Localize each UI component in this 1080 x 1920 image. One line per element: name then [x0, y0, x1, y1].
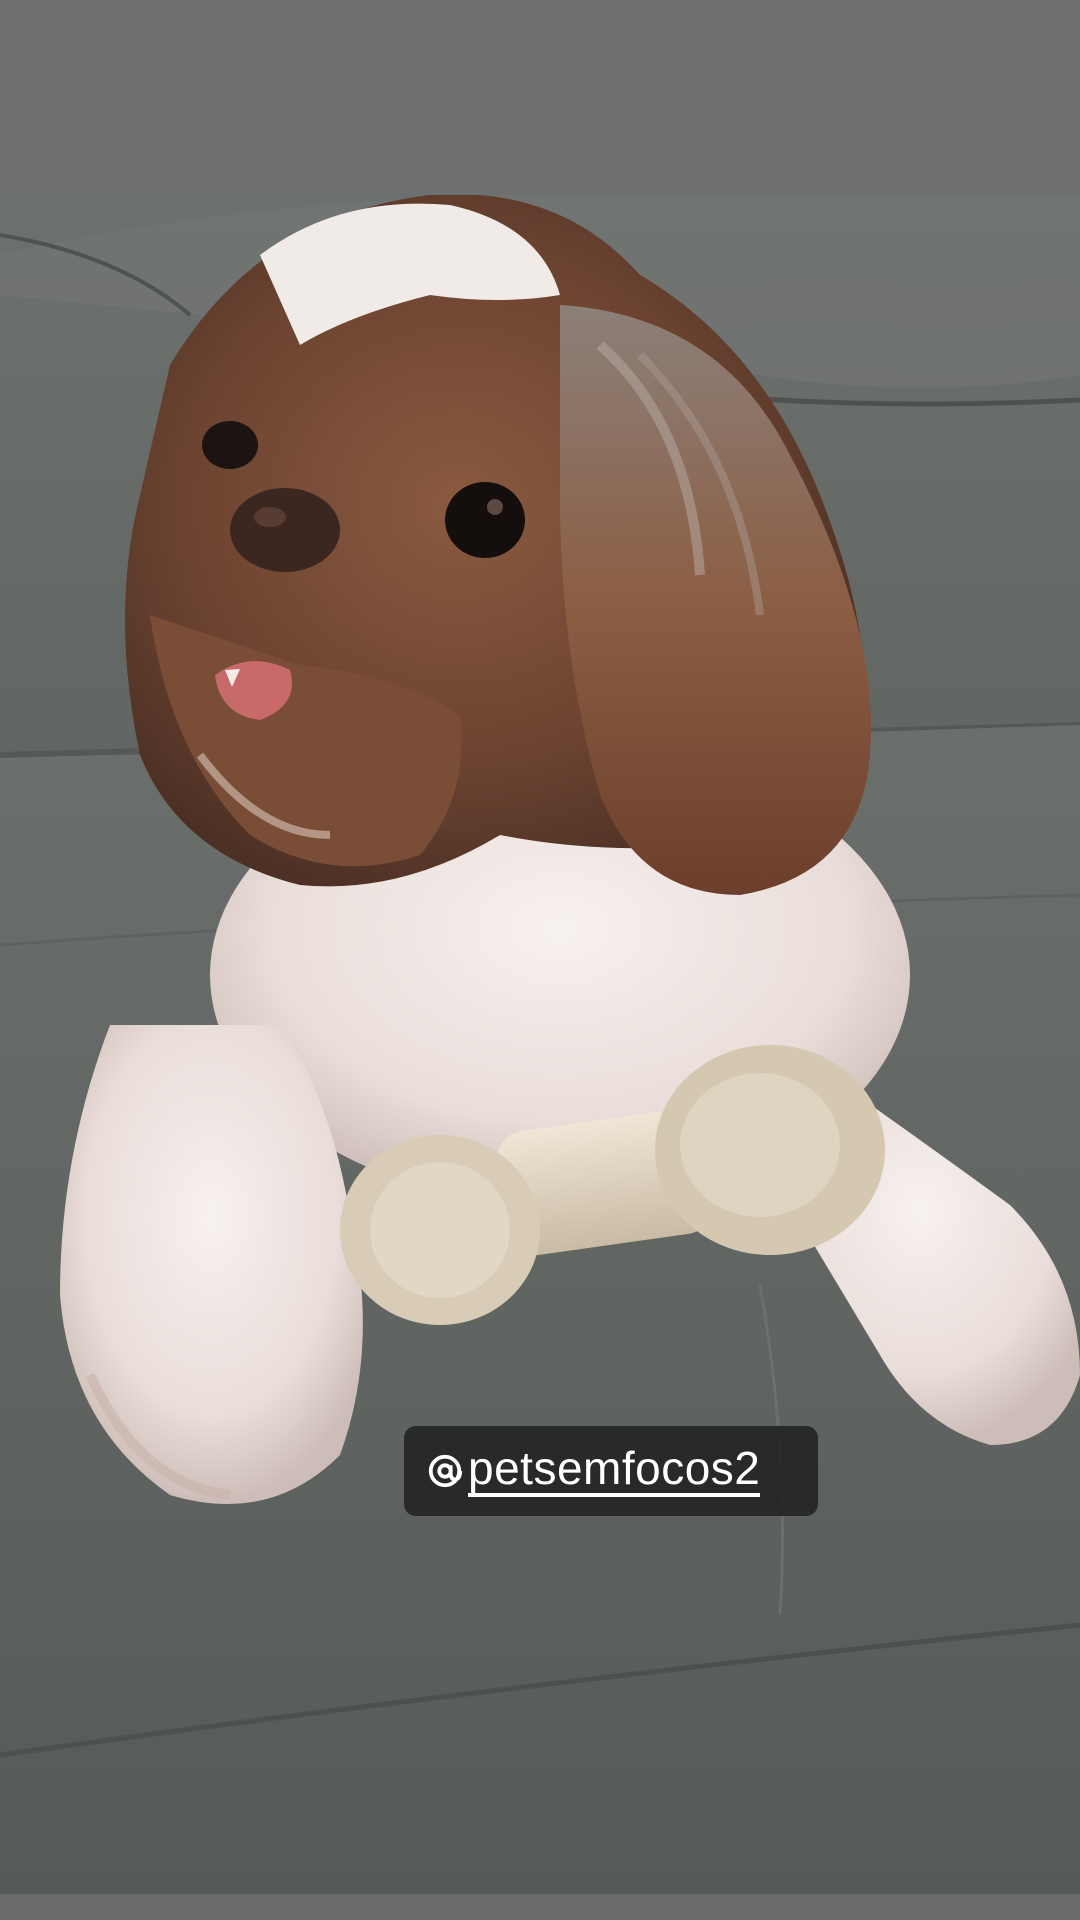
story-view: petsemfocos2 — [0, 0, 1080, 1920]
mention-handle: petsemfocos2 — [468, 1445, 761, 1497]
mention-sticker[interactable]: petsemfocos2 — [404, 1426, 818, 1516]
top-letterbox — [0, 0, 1080, 195]
at-sign-icon — [428, 1454, 463, 1488]
story-photo — [0, 195, 1080, 1894]
bottom-letterbox — [0, 1894, 1080, 1920]
